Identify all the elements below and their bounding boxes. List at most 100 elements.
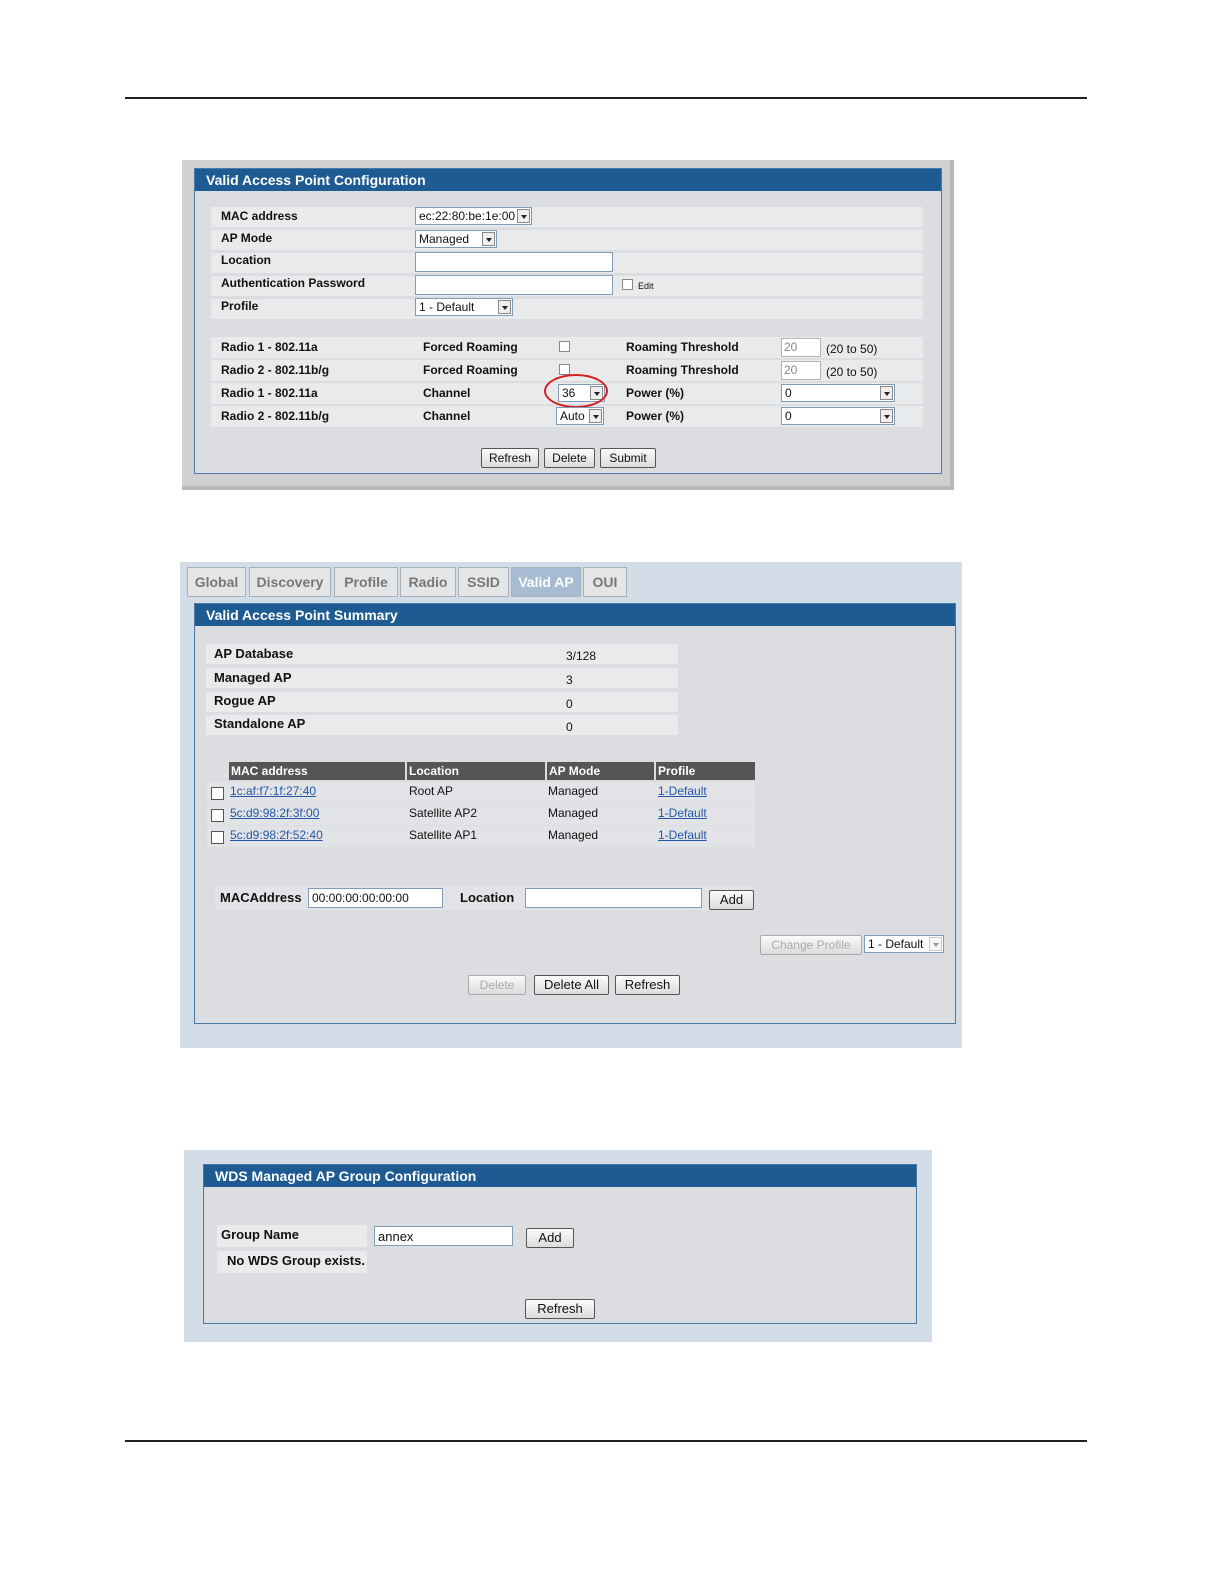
table-row: 5c:d9:98:2f:3f:00 Satellite AP2 Managed … <box>207 804 755 825</box>
roaming-threshold-input[interactable]: 20 <box>781 338 821 357</box>
row-checkbox[interactable] <box>211 787 224 800</box>
profile-link[interactable]: 1-Default <box>658 806 707 820</box>
profile-row <box>211 299 923 319</box>
threshold-range: (20 to 50) <box>826 365 878 379</box>
profile-select-value: 1 - Default <box>419 300 475 314</box>
channel-select-value: Auto <box>560 409 585 423</box>
channel-select[interactable]: Auto <box>556 407 604 425</box>
group-name-input[interactable]: annex <box>374 1226 513 1246</box>
edit-label: Edit <box>638 281 654 291</box>
config-title: Valid Access Point Configuration <box>195 169 941 191</box>
mac-link[interactable]: 5c:d9:98:2f:52:40 <box>230 828 323 842</box>
power-select[interactable]: 0 <box>781 384 895 402</box>
row-checkbox[interactable] <box>211 809 224 822</box>
mac-link[interactable]: 5c:d9:98:2f:3f:00 <box>230 806 319 820</box>
profile-link[interactable]: 1-Default <box>658 828 707 842</box>
change-profile-select[interactable]: 1 - Default <box>864 935 944 953</box>
forced-roaming-checkbox[interactable] <box>559 341 570 352</box>
radio-setting: Forced Roaming <box>423 340 518 354</box>
summary-title: Valid Access Point Summary <box>195 604 955 626</box>
mac-link[interactable]: 1c:af:f7:1f:27:40 <box>230 784 316 798</box>
auth-password-input[interactable] <box>415 275 613 295</box>
edit-checkbox[interactable] <box>622 279 633 290</box>
stat-value: 3/128 <box>566 649 597 663</box>
config-panel: Valid Access Point Configuration MAC add… <box>194 168 942 474</box>
mode-select-value: Managed <box>419 232 470 246</box>
table-row: 1c:af:f7:1f:27:40 Root AP Managed 1-Defa… <box>207 782 755 803</box>
mac-address-input[interactable]: 00:00:00:00:00:00 <box>308 888 443 908</box>
row-mode: Managed <box>548 784 599 798</box>
tab-oui[interactable]: OUI <box>583 567 627 597</box>
mode-label: AP Mode <box>221 231 273 245</box>
row-mode: Managed <box>548 806 599 820</box>
stat-value: 0 <box>566 720 573 734</box>
stat-row <box>206 692 678 712</box>
radio-setting: Forced Roaming <box>423 363 518 377</box>
profile-label: Profile <box>221 299 259 313</box>
profile-link[interactable]: 1-Default <box>658 784 707 798</box>
highlight-circle <box>544 374 608 408</box>
row-location: Root AP <box>409 784 454 798</box>
config-screenshot: Valid Access Point Configuration MAC add… <box>182 160 954 490</box>
change-profile-button[interactable]: Change Profile <box>760 935 862 955</box>
chevron-down-icon <box>482 232 495 246</box>
delete-button[interactable]: Delete <box>468 975 526 995</box>
chevron-down-icon <box>880 386 893 400</box>
add-location-input[interactable] <box>525 888 702 908</box>
row-mode: Managed <box>548 828 599 842</box>
mac-select[interactable]: ec:22:80:be:1e:00 <box>415 207 532 225</box>
refresh-button[interactable]: Refresh <box>615 975 680 995</box>
radio-param: Power (%) <box>626 386 685 400</box>
empty-message: No WDS Group exists. <box>227 1253 365 1268</box>
profile-select[interactable]: 1 - Default <box>415 298 513 316</box>
auth-label: Authentication Password <box>221 276 366 290</box>
table-header-profile: Profile <box>656 762 755 780</box>
submit-button[interactable]: Submit <box>600 448 656 468</box>
mode-row <box>211 230 923 250</box>
location-input[interactable] <box>415 252 613 272</box>
refresh-button[interactable]: Refresh <box>525 1299 595 1319</box>
chevron-down-icon <box>517 209 530 223</box>
row-location: Satellite AP2 <box>409 806 478 820</box>
add-group-button[interactable]: Add <box>526 1228 574 1248</box>
add-location-label: Location <box>460 890 515 905</box>
change-profile-value: 1 - Default <box>868 937 924 951</box>
tab-discovery[interactable]: Discovery <box>249 567 331 597</box>
roaming-threshold-input[interactable]: 20 <box>781 361 821 380</box>
stat-label: Managed AP <box>214 670 292 685</box>
add-button[interactable]: Add <box>709 890 754 910</box>
stat-label: AP Database <box>214 646 294 661</box>
stat-value: 0 <box>566 697 573 711</box>
header-rule <box>125 97 1087 99</box>
stat-value: 3 <box>566 673 573 687</box>
row-checkbox[interactable] <box>211 831 224 844</box>
threshold-range: (20 to 50) <box>826 342 878 356</box>
radio-name: Radio 2 - 802.11b/g <box>221 409 330 423</box>
row-location: Satellite AP1 <box>409 828 478 842</box>
wds-screenshot: WDS Managed AP Group Configuration Group… <box>184 1150 932 1342</box>
radio-setting: Channel <box>423 386 471 400</box>
forced-roaming-checkbox[interactable] <box>559 364 570 375</box>
wds-panel: WDS Managed AP Group Configuration Group… <box>203 1164 917 1324</box>
tab-global[interactable]: Global <box>187 567 246 597</box>
radio-name: Radio 1 - 802.11a <box>221 386 318 400</box>
radio-name: Radio 2 - 802.11b/g <box>221 363 330 377</box>
footer-rule <box>125 1440 1087 1442</box>
chevron-down-icon <box>589 409 602 423</box>
radio-param: Roaming Threshold <box>626 363 739 377</box>
delete-all-button[interactable]: Delete All <box>534 975 609 995</box>
tab-valid-ap[interactable]: Valid AP <box>511 567 581 597</box>
power-select[interactable]: 0 <box>781 407 895 425</box>
refresh-button[interactable]: Refresh <box>481 448 539 468</box>
table-header-mac: MAC address <box>229 762 405 780</box>
table-row: 5c:d9:98:2f:52:40 Satellite AP1 Managed … <box>207 826 755 847</box>
delete-button[interactable]: Delete <box>544 448 595 468</box>
chevron-down-icon <box>498 300 511 314</box>
mac-address-label: MACAddress <box>220 890 302 905</box>
tab-profile[interactable]: Profile <box>334 567 398 597</box>
chevron-down-icon <box>929 937 942 951</box>
tab-ssid[interactable]: SSID <box>458 567 509 597</box>
summary-panel: Valid Access Point Summary AP Database 3… <box>194 603 956 1024</box>
mode-select[interactable]: Managed <box>415 230 497 248</box>
tab-radio[interactable]: Radio <box>400 567 456 597</box>
